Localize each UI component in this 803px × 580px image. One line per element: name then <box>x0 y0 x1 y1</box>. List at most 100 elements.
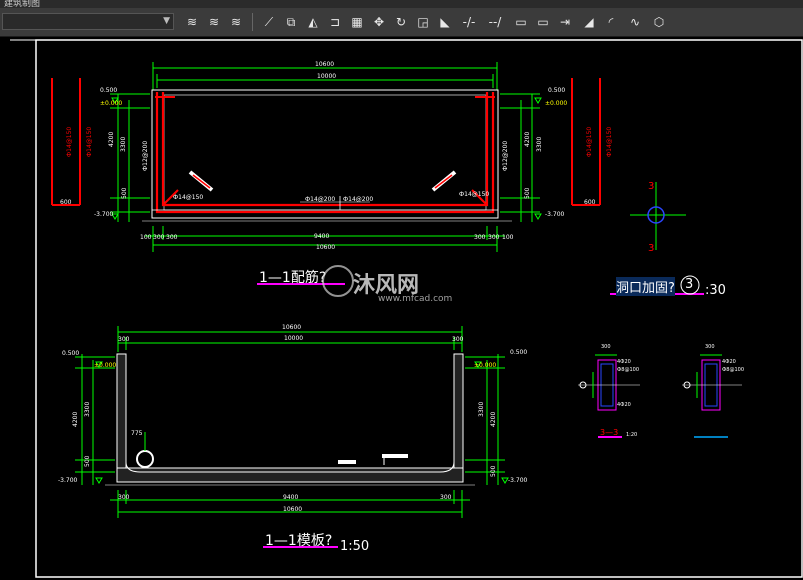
detail-scale: 1:20 <box>626 432 638 438</box>
watermark-url: www.mfcad.com <box>378 294 453 304</box>
layer-dropdown[interactable]: ▼ <box>2 13 174 30</box>
dim-bottom: 10600 <box>283 506 303 513</box>
dim-part: 300 <box>488 234 500 241</box>
dim-part: 100 <box>502 234 514 241</box>
dim-part: 300 <box>118 494 130 501</box>
vdim-label: 3300 <box>120 136 127 152</box>
offset-tool-button[interactable]: ⊐ <box>326 13 344 31</box>
vdim-label: 4200 <box>490 411 497 427</box>
extend-tool-button[interactable]: --/ <box>486 13 504 31</box>
elev-label: 0.500 <box>100 87 118 94</box>
layer-tool-2-button[interactable]: ≋ <box>205 13 223 31</box>
blend-tool-icon: ∿ <box>629 15 641 29</box>
join-tool-icon: ⇥ <box>559 15 571 29</box>
explode-tool-icon: ⬡ <box>653 15 665 29</box>
dim-part: 300 <box>153 234 165 241</box>
opening-detail-title: 洞口加固? <box>616 277 675 296</box>
rotate-tool-button[interactable]: ↻ <box>392 13 410 31</box>
fillet-tool-button[interactable]: ◜ <box>602 13 620 31</box>
rebar-label: Ф12@200 <box>142 140 149 171</box>
vdim-label: 4200 <box>524 131 531 147</box>
detail-rebar: 4Ф20 <box>617 402 631 408</box>
watermark-logo-icon <box>322 265 354 297</box>
elev-label: ±0.000 <box>474 362 497 369</box>
opening-detail-number: 3 <box>685 277 694 292</box>
detail-rebar: 4Ф20 <box>722 359 736 365</box>
join-tool-button[interactable]: ⇥ <box>556 13 574 31</box>
pipe-label: 775 <box>131 430 143 437</box>
rebar-label: Ф14@200 <box>343 196 374 203</box>
trim-tool-icon: -/- <box>462 15 476 29</box>
stretch-tool-button[interactable]: ◣ <box>436 13 454 31</box>
move-tool-button[interactable]: ✥ <box>370 13 388 31</box>
dim-top-2: 10000 <box>317 73 337 80</box>
scale-tool-button[interactable]: ◲ <box>414 13 432 31</box>
scale-tool-icon: ◲ <box>417 15 429 29</box>
fillet-tool-icon: ◜ <box>608 15 614 29</box>
modify-toolbar: ▼ ≋ ≋ ≋ ⟋ ⧉ ◭ ⊐ ▦ ✥ ↻ ◲ ◣ -/- --/ ▭ ▭ ⇥ ◢ ◜ ∿ ⬡ <box>0 8 803 37</box>
vdim-label: 4200 <box>72 411 79 427</box>
chamfer-tool-button[interactable]: ◢ <box>580 13 598 31</box>
extend-tool-icon: --/ <box>488 15 502 29</box>
break-point-tool-icon: ▭ <box>515 15 527 29</box>
copy-tool-button[interactable]: ⧉ <box>282 13 300 31</box>
dim-top-1: 10600 <box>315 61 335 68</box>
rebar-label: Ф14@200 <box>305 196 336 203</box>
line-tool-icon: ⟋ <box>264 15 274 29</box>
explode-tool-button[interactable]: ⬡ <box>650 13 668 31</box>
toolbar-separator <box>252 13 253 31</box>
dim-bottom: 9400 <box>283 494 299 501</box>
elev-label: -3.700 <box>58 477 78 484</box>
detail-rebar: Ф8@100 <box>617 367 640 373</box>
rebar-label: Ф14@150 <box>586 126 593 157</box>
mirror-tool-button[interactable]: ◭ <box>304 13 322 31</box>
array-tool-button[interactable]: ▦ <box>348 13 366 31</box>
detail-title: 3—3 <box>600 428 619 437</box>
break-tool-icon: ▭ <box>537 15 549 29</box>
trim-tool-button[interactable]: -/- <box>460 13 478 31</box>
dim-bottom: 10600 <box>316 244 336 251</box>
rebar-label: Ф14@150 <box>66 126 73 157</box>
vdim-label: 3300 <box>84 401 91 417</box>
vdim-label: 500 <box>84 455 91 467</box>
rebar-label: Ф14@150 <box>86 126 93 157</box>
elev-label: -3.700 <box>508 477 528 484</box>
dim-top: 10000 <box>284 335 304 342</box>
corner-label: 600 <box>584 199 596 206</box>
move-tool-icon: ✥ <box>373 15 385 29</box>
break-point-tool-button[interactable]: ▭ <box>512 13 530 31</box>
layer-tool-1-button[interactable]: ≋ <box>183 13 201 31</box>
line-tool-button[interactable]: ⟋ <box>260 13 278 31</box>
dim-part: 300 <box>440 494 452 501</box>
break-tool-button[interactable]: ▭ <box>534 13 552 31</box>
dim-top: 300 <box>452 336 464 343</box>
array-tool-icon: ▦ <box>351 15 363 29</box>
vdim-label: 500 <box>121 187 128 199</box>
chamfer-tool-icon: ◢ <box>584 15 594 29</box>
elev-label: 0.500 <box>62 350 80 357</box>
layer-tool-3-button[interactable]: ≋ <box>227 13 245 31</box>
elev-label: ±0.000 <box>94 362 117 369</box>
elev-label: ±0.000 <box>545 100 568 107</box>
detail-dim: 300 <box>601 344 611 350</box>
corner-label: 600 <box>60 199 72 206</box>
dim-part: 300 <box>166 234 178 241</box>
chevron-down-icon[interactable]: ▼ <box>163 17 170 26</box>
blend-tool-button[interactable]: ∿ <box>626 13 644 31</box>
viewport-border <box>35 39 803 578</box>
rebar-label: Ф14@150 <box>173 194 204 201</box>
rebar-label: Ф12@200 <box>502 140 509 171</box>
dim-part: 100 <box>140 234 152 241</box>
elev-label: -3.700 <box>545 211 565 218</box>
rebar-label: Ф14@150 <box>606 126 613 157</box>
dim-part: 300 <box>474 234 486 241</box>
vdim-label: 500 <box>524 187 531 199</box>
rotate-tool-icon: ↻ <box>395 15 407 29</box>
vdim-label: 3300 <box>478 401 485 417</box>
layer-tool-3-icon: ≋ <box>230 15 242 29</box>
elev-label: 0.500 <box>548 87 566 94</box>
offset-tool-icon: ⊐ <box>329 15 341 29</box>
vdim-label: 500 <box>490 465 497 477</box>
drawing-canvas[interactable]: 10600 10000 0.500 ±0.000 -3.700 0.500 ±0… <box>0 37 803 580</box>
elev-label: 0.500 <box>510 349 528 356</box>
